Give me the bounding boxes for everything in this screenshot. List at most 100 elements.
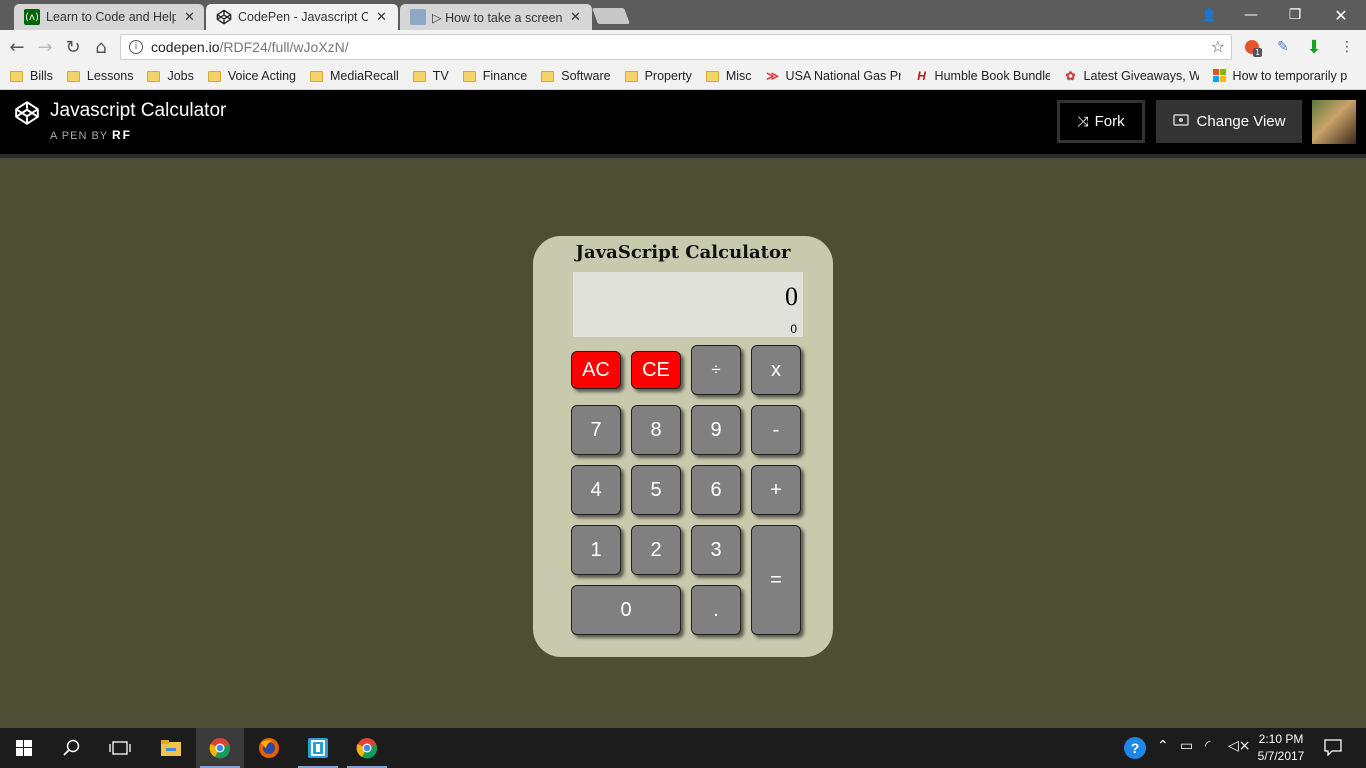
browser-toolbar: ← → ↻ ⌂ i codepen.io/RDF24/full/wJoXzN/ … — [0, 30, 1366, 63]
user-avatar[interactable] — [1312, 100, 1356, 144]
help-icon[interactable]: ? — [1124, 737, 1146, 759]
menu-dots-icon[interactable]: ⋮ — [1338, 38, 1356, 56]
calculator-title: JavaScript Calculator — [575, 242, 791, 263]
minimize-icon[interactable]: — — [1228, 0, 1274, 30]
system-clock[interactable]: 2:10 PM 5/7/2017 — [1250, 731, 1312, 765]
bookmark-jobs[interactable]: Jobs — [147, 69, 194, 83]
folder-icon — [541, 70, 555, 82]
profile-icon[interactable]: 👤 — [1186, 0, 1232, 30]
fork-button[interactable]: ⤨ Fork — [1057, 100, 1145, 143]
two-button[interactable]: 2 — [631, 525, 681, 575]
zero-button[interactable]: 0 — [571, 585, 681, 635]
author-link[interactable]: RF — [112, 128, 132, 142]
bookmark-misc[interactable]: Misc — [705, 69, 752, 83]
ce-button[interactable]: CE — [631, 351, 681, 389]
one-button[interactable]: 1 — [571, 525, 621, 575]
tab-title: ▷ How to take a screensh — [432, 10, 562, 25]
codepen-icon — [216, 9, 232, 25]
ac-button[interactable]: AC — [571, 351, 621, 389]
info-icon[interactable]: i — [129, 40, 143, 54]
giveaway-icon: ✿ — [1065, 69, 1076, 83]
browser-tab-freecodecamp[interactable]: (ʌ) Learn to Code and Help N ✕ — [14, 4, 204, 30]
chevron-up-icon[interactable]: ⌃ — [1157, 738, 1169, 754]
display-main-value: 0 — [785, 282, 798, 311]
equals-button[interactable]: = — [751, 525, 801, 635]
task-view-icon[interactable] — [96, 728, 144, 768]
file-explorer-icon[interactable] — [147, 728, 195, 768]
fork-icon: ⤨ — [1077, 113, 1089, 129]
folder-icon — [462, 70, 476, 82]
chrome-second-taskbar-icon[interactable] — [343, 728, 391, 768]
pen-extension-icon[interactable]: ✎ — [1274, 38, 1292, 56]
bookmarks-bar: Bills Lessons Jobs Voice Acting MediaRec… — [0, 63, 1366, 90]
gasbuddy-icon: ≫ — [766, 69, 779, 83]
folder-icon — [310, 70, 323, 82]
codepen-header: Javascript Calculator A PEN BY RF ⤨ Fork… — [0, 90, 1366, 154]
folder-icon — [412, 70, 426, 82]
bookmark-bills[interactable]: Bills — [10, 69, 53, 83]
calculator: JavaScript Calculator 0 0 AC CE ÷ x 7 8 … — [533, 236, 833, 657]
windows-icon — [1212, 69, 1227, 83]
app-taskbar-icon[interactable] — [294, 728, 342, 768]
divide-button[interactable]: ÷ — [691, 345, 741, 395]
new-tab-button[interactable] — [592, 8, 630, 24]
bookmark-humble[interactable]: H Humble Book Bundle: — [915, 69, 1049, 83]
bookmark-voice-acting[interactable]: Voice Acting — [207, 69, 296, 83]
reload-icon[interactable]: ↻ — [62, 36, 84, 58]
extension-badge: 1 — [1253, 48, 1263, 57]
three-button[interactable]: 3 — [691, 525, 741, 575]
folder-icon — [207, 70, 221, 82]
minus-button[interactable]: - — [751, 405, 801, 455]
change-view-button[interactable]: Change View — [1156, 100, 1302, 143]
folder-icon — [66, 70, 80, 82]
bookmark-mediarecall[interactable]: MediaRecall — [310, 69, 399, 83]
back-arrow-icon[interactable]: ← — [6, 36, 28, 58]
nine-button[interactable]: 9 — [691, 405, 741, 455]
wifi-icon[interactable]: ◜ — [1205, 738, 1210, 754]
search-icon[interactable] — [48, 728, 96, 768]
bookmark-giveaways[interactable]: ✿ Latest Giveaways, Win — [1064, 69, 1199, 83]
start-windows-icon[interactable] — [0, 728, 48, 768]
six-button[interactable]: 6 — [691, 465, 741, 515]
browser-tab-screenshot-guide[interactable]: ▷ How to take a screensh ✕ — [400, 4, 592, 30]
seven-button[interactable]: 7 — [571, 405, 621, 455]
firefox-taskbar-icon[interactable] — [245, 728, 293, 768]
extension-icon[interactable]: 1 — [1243, 38, 1263, 57]
folder-icon — [624, 70, 638, 82]
bookmark-finance[interactable]: Finance — [462, 69, 527, 83]
volume-muted-icon[interactable]: ◁× — [1228, 738, 1251, 754]
forward-arrow-icon[interactable]: → — [34, 36, 56, 58]
freecodecamp-icon: (ʌ) — [24, 9, 40, 25]
notifications-icon[interactable] — [1324, 738, 1342, 760]
bookmark-lessons[interactable]: Lessons — [66, 69, 133, 83]
plus-button[interactable]: + — [751, 465, 801, 515]
bookmark-software[interactable]: Software — [541, 69, 611, 83]
address-bar[interactable]: i codepen.io/RDF24/full/wJoXzN/ ☆ — [120, 34, 1232, 60]
multiply-button[interactable]: x — [751, 345, 801, 395]
bookmark-property[interactable]: Property — [624, 69, 692, 83]
eight-button[interactable]: 8 — [631, 405, 681, 455]
home-icon[interactable]: ⌂ — [90, 36, 112, 58]
browser-tab-codepen[interactable]: CodePen - Javascript Calc ✕ — [206, 4, 398, 30]
chrome-taskbar-icon[interactable] — [196, 728, 244, 768]
decimal-button[interactable]: . — [691, 585, 741, 635]
close-window-icon[interactable]: ✕ — [1318, 0, 1364, 30]
close-tab-icon[interactable]: ✕ — [184, 10, 195, 25]
codepen-logo-icon[interactable] — [14, 100, 40, 126]
bookmark-tv[interactable]: TV — [412, 69, 449, 83]
battery-icon[interactable]: ▭ — [1180, 738, 1193, 754]
screenshot-page-icon — [410, 9, 426, 25]
five-button[interactable]: 5 — [631, 465, 681, 515]
pen-title: Javascript Calculator — [50, 100, 227, 121]
bookmark-gas-prices[interactable]: ≫ USA National Gas Pric — [766, 69, 900, 83]
four-button[interactable]: 4 — [571, 465, 621, 515]
humble-icon: H — [917, 69, 926, 83]
download-arrow-icon[interactable]: ⬇ — [1305, 37, 1323, 58]
close-tab-icon[interactable]: ✕ — [376, 10, 387, 25]
bookmark-star-icon[interactable]: ☆ — [1211, 37, 1225, 56]
bookmark-temporarily[interactable]: How to temporarily p — [1212, 69, 1347, 83]
clock-date: 5/7/2017 — [1257, 749, 1305, 763]
close-tab-icon[interactable]: ✕ — [570, 10, 581, 25]
clock-time: 2:10 PM — [1258, 732, 1304, 746]
restore-icon[interactable]: ❐ — [1272, 0, 1318, 30]
